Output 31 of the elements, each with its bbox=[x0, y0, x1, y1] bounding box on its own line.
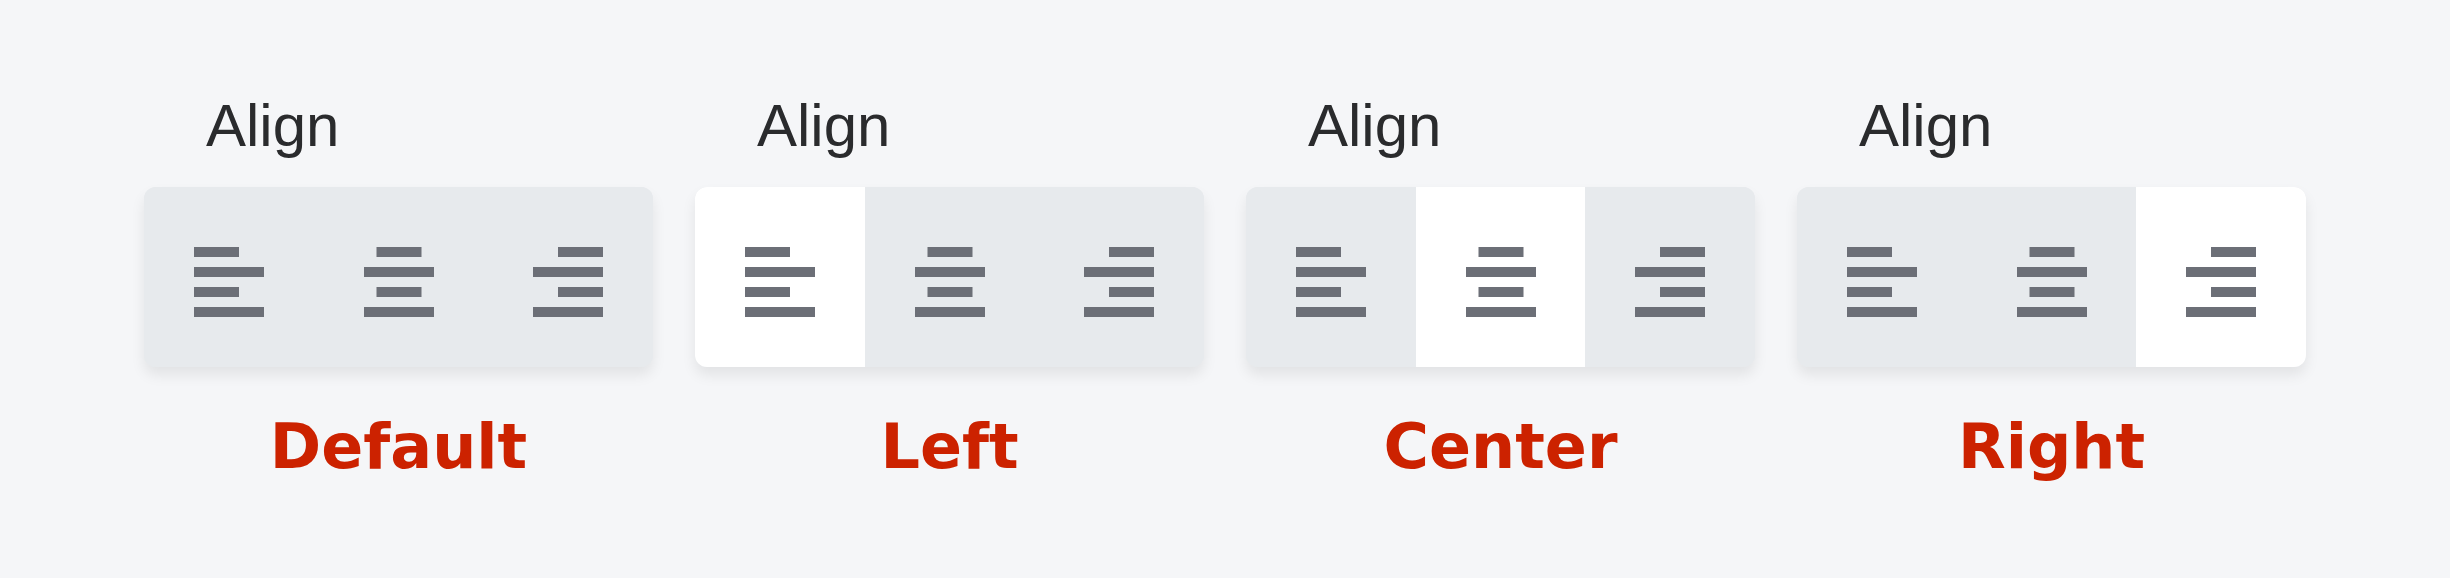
align-left-icon bbox=[1846, 247, 1917, 317]
align-option[interactable] bbox=[695, 187, 865, 367]
align-option[interactable] bbox=[1415, 187, 1586, 367]
align-right-icon bbox=[533, 247, 604, 317]
align-option[interactable] bbox=[2136, 187, 2306, 367]
align-center-icon bbox=[1465, 247, 1536, 317]
align-option[interactable] bbox=[483, 187, 653, 367]
align-left-icon bbox=[744, 247, 815, 317]
align-center-icon bbox=[914, 247, 985, 317]
align-left-icon bbox=[193, 247, 264, 317]
align-option[interactable] bbox=[1034, 187, 1204, 367]
field-label: Align bbox=[1307, 91, 1442, 161]
field-label: Align bbox=[205, 91, 340, 161]
align-right-icon bbox=[1635, 247, 1706, 317]
field-label: Align bbox=[756, 91, 891, 161]
state-caption: Left bbox=[880, 409, 1019, 485]
state-caption: Center bbox=[1383, 409, 1618, 485]
align-option[interactable] bbox=[1966, 187, 2137, 367]
align-right-icon bbox=[1084, 247, 1155, 317]
align-option[interactable] bbox=[1585, 187, 1755, 367]
state-caption: Right bbox=[1957, 409, 2146, 485]
align-option[interactable] bbox=[1246, 187, 1416, 367]
align-left-icon bbox=[1295, 247, 1366, 317]
state-caption: Default bbox=[269, 409, 528, 485]
align-center-icon bbox=[2016, 247, 2087, 317]
field-label: Align bbox=[1858, 91, 1993, 161]
align-option[interactable] bbox=[144, 187, 314, 367]
align-right-icon bbox=[2186, 247, 2257, 317]
align-option[interactable] bbox=[864, 187, 1035, 367]
align-option[interactable] bbox=[1797, 187, 1967, 367]
align-center-icon bbox=[363, 247, 434, 317]
